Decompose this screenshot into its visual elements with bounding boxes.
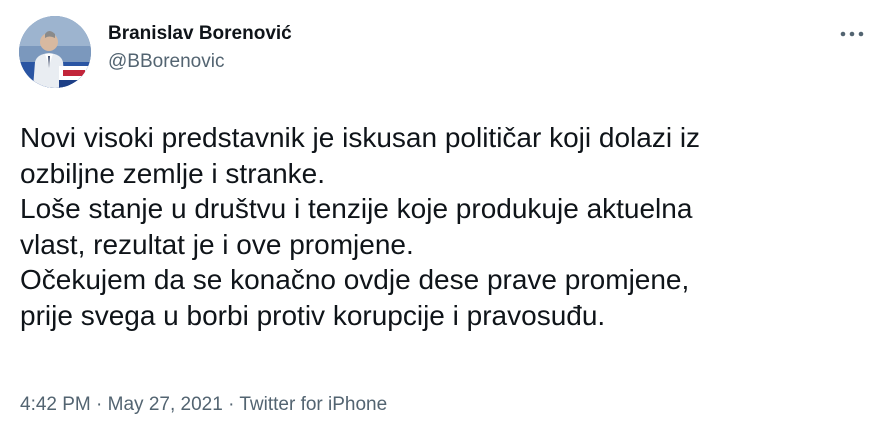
tweet-text-line: vlast, rezultat je i ove promjene. — [20, 228, 414, 260]
tweet-metadata: 4:42 PM · May 27, 2021 · Twitter for iPh… — [20, 393, 387, 417]
more-horizontal-icon — [840, 31, 864, 37]
more-options-button[interactable] — [837, 22, 867, 46]
tweet-text-line: ozbiljne zemlje i stranke. — [20, 157, 326, 189]
profile-photo-icon — [19, 16, 91, 88]
tweet-text-line: Novi visoki predstavnik je iskusan polit… — [20, 122, 701, 153]
meta-separator: · — [90, 394, 108, 415]
tweet-text-line: Očekujem da se konačno ovdje dese prave … — [20, 264, 690, 295]
author-block: Branislav Borenović @BBorenovic — [108, 22, 292, 74]
tweet-source[interactable]: Twitter for iPhone — [239, 394, 387, 415]
tweet-text-line: Loše stanje u društvu i tenzije koje pro… — [20, 193, 693, 224]
handle[interactable]: @BBorenovic — [108, 50, 292, 74]
tweet-text-line: prije svega u borbi protiv korupcije i p… — [20, 299, 606, 331]
timestamp-time[interactable]: 4:42 PM — [20, 394, 91, 415]
timestamp-date[interactable]: May 27, 2021 — [108, 394, 223, 415]
avatar[interactable] — [19, 16, 91, 88]
display-name[interactable]: Branislav Borenović — [108, 22, 292, 46]
tweet-text: Novi visoki predstavnik je iskusan polit… — [20, 120, 870, 333]
tweet-card: Branislav Borenović @BBorenovic Novi vis… — [0, 0, 889, 429]
meta-separator: · — [222, 394, 240, 415]
